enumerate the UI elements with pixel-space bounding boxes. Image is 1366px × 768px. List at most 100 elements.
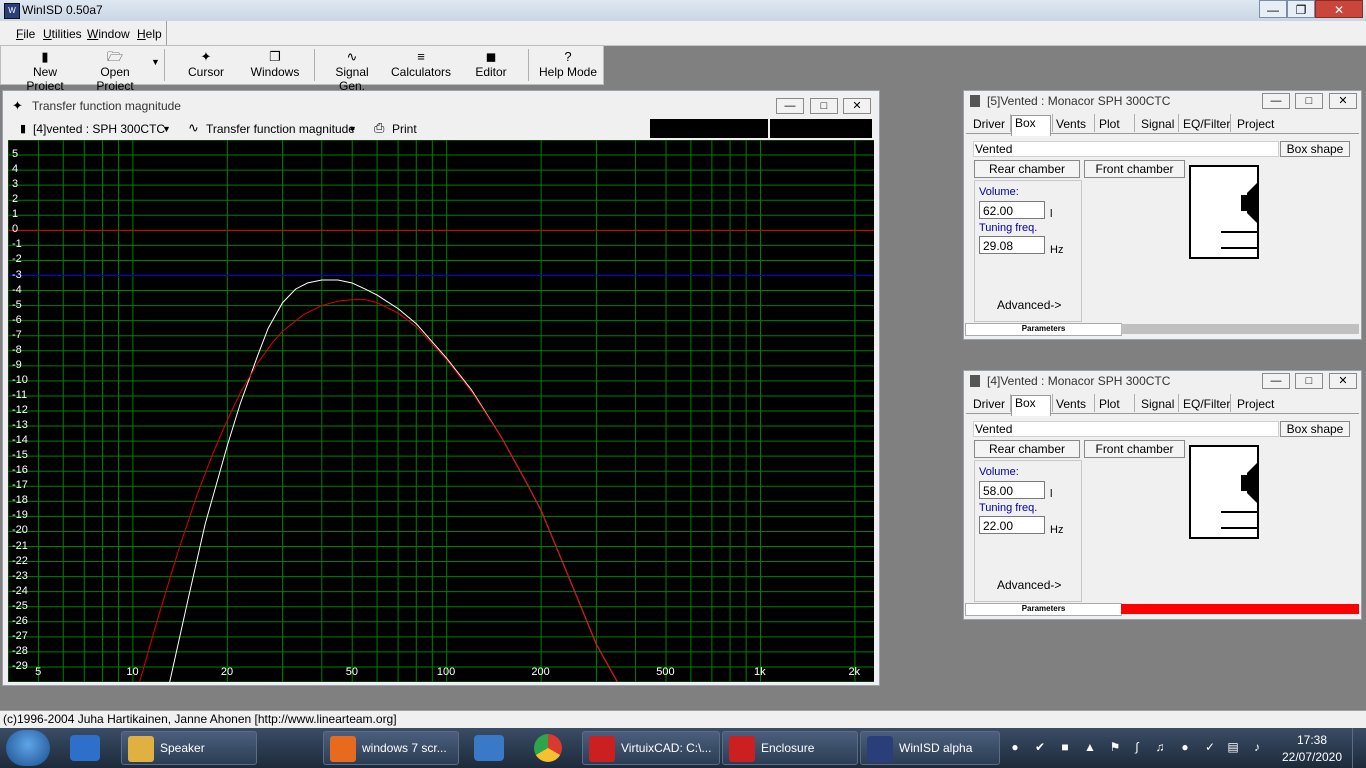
- tray-icon[interactable]: ✓: [1203, 740, 1217, 754]
- box-type-field[interactable]: [973, 421, 1279, 437]
- rear-chamber-button[interactable]: Rear chamber: [974, 440, 1080, 458]
- start-button[interactable]: [6, 730, 50, 766]
- tuning-freq-input[interactable]: 29.08: [979, 236, 1045, 254]
- x-tick-label: 10: [126, 666, 139, 678]
- tab-separator: [1052, 394, 1053, 412]
- print-button[interactable]: Print: [392, 122, 417, 136]
- menu-utilities[interactable]: Utilities: [43, 27, 82, 41]
- taskbar-item-label: VirtuixCAD: C:\...: [621, 741, 712, 755]
- box-type-field[interactable]: [973, 141, 1279, 157]
- y-tick-label: -3: [12, 268, 22, 281]
- tuning-freq-input[interactable]: 22.00: [979, 516, 1045, 534]
- plot-type-select-arrow[interactable]: ▼: [348, 124, 357, 134]
- clock-time[interactable]: 17:38: [1282, 733, 1342, 747]
- tab-driver[interactable]: Driver: [973, 397, 1005, 411]
- cursor-button[interactable]: ✦ Cursor: [182, 49, 230, 81]
- maximize-button[interactable]: ❐: [1287, 0, 1315, 18]
- tuning-freq-unit: Hz: [1050, 244, 1064, 256]
- tray-icon[interactable]: ■: [1058, 740, 1072, 754]
- tray-icon[interactable]: ▲: [1083, 740, 1097, 754]
- graph-maximize-button[interactable]: □: [810, 98, 838, 114]
- panel-close-button[interactable]: ✕: [1329, 93, 1357, 109]
- tab-project[interactable]: Project: [1237, 117, 1274, 131]
- graph-minimize-button[interactable]: —: [776, 98, 804, 114]
- toolbar-separator: [528, 49, 529, 81]
- tab-driver[interactable]: Driver: [973, 117, 1005, 131]
- editor-button[interactable]: ◼ Editor: [470, 49, 512, 81]
- panel-maximize-button[interactable]: □: [1295, 373, 1323, 389]
- volume-input[interactable]: 58.00: [979, 481, 1045, 499]
- advanced-button[interactable]: Advanced->: [997, 578, 1061, 592]
- x-tick-label: 1k: [753, 666, 766, 678]
- tray-icon[interactable]: ●: [1008, 740, 1022, 754]
- tab-separator: [1134, 114, 1135, 132]
- tab-separator: [1230, 114, 1231, 132]
- menu-window[interactable]: Window: [87, 27, 130, 41]
- tab-box[interactable]: Box: [1011, 395, 1051, 416]
- front-chamber-button[interactable]: Front chamber: [1084, 160, 1185, 178]
- menu-file[interactable]: File: [16, 27, 35, 41]
- tray-icon[interactable]: ●: [1178, 740, 1192, 754]
- taskbar-item[interactable]: Enclosure: [722, 731, 858, 765]
- menu-bar: [0, 21, 1366, 46]
- tab-eq-filter[interactable]: EQ/Filter: [1183, 117, 1230, 131]
- y-tick-label: -19: [12, 509, 28, 522]
- plot-area[interactable]: [7, 139, 874, 683]
- y-tick-label: 4: [12, 163, 19, 176]
- clock-date[interactable]: 22/07/2020: [1278, 750, 1346, 764]
- y-tick-label: -15: [12, 449, 28, 462]
- y-tick-label: -1: [12, 238, 22, 251]
- volume-icon[interactable]: ♪: [1250, 740, 1264, 754]
- box-shape-button[interactable]: Box shape: [1280, 421, 1350, 437]
- menu-help[interactable]: Help: [137, 27, 162, 41]
- windows-button[interactable]: ❐ Windows: [248, 49, 302, 81]
- minimize-button[interactable]: —: [1259, 0, 1287, 18]
- panel-minimize-button[interactable]: —: [1262, 373, 1290, 389]
- help-mode-button[interactable]: ? Help Mode: [538, 49, 598, 81]
- box-shape-button[interactable]: Box shape: [1280, 141, 1350, 157]
- tab-box[interactable]: Box: [1011, 115, 1051, 136]
- project-select[interactable]: [4]vented : SPH 300CTC: [33, 122, 165, 136]
- panel-maximize-button[interactable]: □: [1295, 93, 1323, 109]
- signal-gen-button[interactable]: ∿ Signal Gen.: [322, 49, 382, 93]
- y-tick-label: -27: [12, 629, 28, 642]
- taskbar-item[interactable]: Speaker: [121, 731, 257, 765]
- y-tick-label: -9: [12, 358, 22, 371]
- chrome-icon[interactable]: [534, 734, 562, 762]
- taskbar-item[interactable]: windows 7 scr...: [323, 731, 459, 765]
- tab-plot[interactable]: Plot: [1099, 117, 1120, 131]
- graph-close-button[interactable]: ✕: [843, 98, 871, 114]
- y-tick-label: 2: [12, 193, 19, 206]
- rear-chamber-button[interactable]: Rear chamber: [974, 160, 1080, 178]
- advanced-button[interactable]: Advanced->: [997, 298, 1061, 312]
- volume-input[interactable]: 62.00: [979, 201, 1045, 219]
- tray-flag-icon[interactable]: ⚑: [1108, 740, 1122, 754]
- open-project-dropdown-arrow[interactable]: ▼: [151, 57, 160, 67]
- tab-project[interactable]: Project: [1237, 397, 1274, 411]
- tab-signal[interactable]: Signal: [1141, 397, 1174, 411]
- bluetooth-icon[interactable]: ∫: [1130, 740, 1144, 754]
- tab-vents[interactable]: Vents: [1056, 117, 1086, 131]
- new-project-button[interactable]: ▮ New Project: [14, 49, 76, 93]
- app-pinned-icon[interactable]: [474, 735, 504, 761]
- network-icon[interactable]: ▤: [1226, 740, 1240, 754]
- plot-type-select[interactable]: Transfer function magnitude: [206, 122, 355, 136]
- tab-plot[interactable]: Plot: [1099, 397, 1120, 411]
- taskbar-item[interactable]: VirtuixCAD: C:\...: [582, 731, 720, 765]
- tab-vents[interactable]: Vents: [1056, 397, 1086, 411]
- x-tick-label: 50: [345, 666, 358, 678]
- tray-icon[interactable]: ♫: [1153, 740, 1167, 754]
- panel-close-button[interactable]: ✕: [1329, 373, 1357, 389]
- media-player-icon[interactable]: [70, 735, 100, 761]
- panel-minimize-button[interactable]: —: [1262, 93, 1290, 109]
- taskbar-item[interactable]: WinISD alpha: [860, 731, 1000, 765]
- front-chamber-button[interactable]: Front chamber: [1084, 440, 1185, 458]
- tab-signal[interactable]: Signal: [1141, 117, 1174, 131]
- project-select-arrow[interactable]: ▼: [162, 124, 171, 134]
- close-button[interactable]: ✕: [1315, 0, 1363, 18]
- calculators-button[interactable]: ≡ Calculators: [390, 49, 452, 81]
- tab-eq-filter[interactable]: EQ/Filter: [1183, 397, 1230, 411]
- tray-icon[interactable]: ✔: [1033, 740, 1047, 754]
- show-desktop-button[interactable]: [1352, 728, 1366, 768]
- open-project-button[interactable]: 🗁 Open Project: [82, 49, 148, 93]
